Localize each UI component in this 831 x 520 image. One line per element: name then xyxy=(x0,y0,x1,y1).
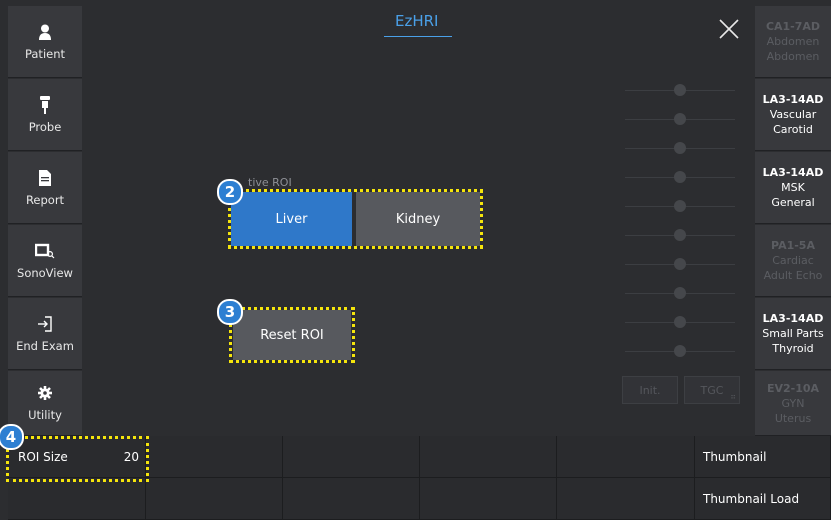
tgc-knob[interactable] xyxy=(674,258,686,270)
sidebar-item-sonoview[interactable]: SonoView xyxy=(8,225,82,297)
sidebar-item-label: Patient xyxy=(24,46,66,61)
sidebar-item-report[interactable]: Report xyxy=(8,152,82,224)
preset-item[interactable]: EV2-10A GYN Uterus xyxy=(755,371,831,436)
tgc-knob[interactable] xyxy=(674,229,686,241)
document-icon xyxy=(39,169,51,187)
sidebar-item-end-exam[interactable]: End Exam xyxy=(8,298,82,370)
probe-icon xyxy=(39,95,51,114)
active-roi-label: tive ROI xyxy=(248,176,292,189)
tgc-slider[interactable] xyxy=(625,142,735,154)
tgc-label: TGC xyxy=(700,383,724,397)
thumbnail-button[interactable]: Thumbnail xyxy=(695,436,831,478)
preset-item[interactable]: PA1-5A Cardiac Adult Echo xyxy=(755,225,831,297)
tgc-slider[interactable] xyxy=(625,345,735,357)
tgc-slider[interactable] xyxy=(625,258,735,270)
step-badge-3: 3 xyxy=(217,299,243,325)
preset-item[interactable]: LA3-14AD MSK General xyxy=(755,152,831,224)
tgc-slider[interactable] xyxy=(625,229,735,241)
left-sidebar: Patient Probe Report SonoView End Exam U… xyxy=(8,6,82,436)
tgc-knob[interactable] xyxy=(674,345,686,357)
empty-control[interactable] xyxy=(146,436,283,478)
empty-control[interactable] xyxy=(420,436,557,478)
tgc-knob[interactable] xyxy=(674,287,686,299)
roi-selector: Liver Kidney xyxy=(231,192,480,246)
preset-item[interactable]: CA1-7AD Abdomen Abdomen xyxy=(755,6,831,78)
liver-button[interactable]: Liver xyxy=(231,192,352,246)
tgc-knob[interactable] xyxy=(674,84,686,96)
title-underline xyxy=(384,36,452,37)
bottom-control-grid: ROI Size 20 Thumbnail Thumbnail Load xyxy=(8,436,831,520)
gear-icon xyxy=(38,384,52,402)
close-button[interactable] xyxy=(718,18,740,40)
tgc-slider[interactable] xyxy=(625,287,735,299)
roi-size-value: 20 xyxy=(123,449,139,464)
sidebar-item-label: Utility xyxy=(28,408,62,422)
kidney-button[interactable]: Kidney xyxy=(356,192,480,246)
tgc-slider[interactable] xyxy=(625,200,735,212)
empty-control[interactable] xyxy=(283,478,420,520)
tgc-knob[interactable] xyxy=(674,113,686,125)
empty-control[interactable] xyxy=(146,478,283,520)
tgc-slider[interactable] xyxy=(625,84,735,96)
roi-size-label: ROI Size xyxy=(18,449,68,464)
sidebar-item-label: End Exam xyxy=(16,338,74,353)
tgc-knob[interactable] xyxy=(674,200,686,212)
empty-control[interactable] xyxy=(8,478,146,520)
step-badge-4: 4 xyxy=(0,424,24,450)
tgc-slider[interactable] xyxy=(625,316,735,328)
sonoview-icon xyxy=(35,242,55,260)
sidebar-item-probe[interactable]: Probe xyxy=(8,79,82,151)
exit-icon xyxy=(37,315,53,333)
preset-sidebar: CA1-7AD Abdomen Abdomen LA3-14AD Vascula… xyxy=(755,6,831,436)
empty-control[interactable] xyxy=(420,478,557,520)
tgc-slider[interactable] xyxy=(625,113,735,125)
tgc-button[interactable]: TGC ⠶ xyxy=(684,376,740,404)
close-icon xyxy=(719,19,739,39)
empty-control[interactable] xyxy=(557,478,695,520)
init-button[interactable]: Init. xyxy=(622,376,678,404)
page-title: EzHRI xyxy=(395,12,439,30)
reset-roi-button[interactable]: Reset ROI xyxy=(233,310,351,360)
thumbnail-load-button[interactable]: Thumbnail Load xyxy=(695,478,831,520)
empty-control[interactable] xyxy=(283,436,420,478)
sidebar-item-patient[interactable]: Patient xyxy=(8,6,82,78)
sidebar-item-label: Probe xyxy=(28,119,62,134)
sidebar-item-label: SonoView xyxy=(17,265,73,280)
step-badge-2: 2 xyxy=(217,179,243,205)
sidebar-item-label: Report xyxy=(25,192,65,207)
person-icon xyxy=(38,23,52,41)
tgc-knob[interactable] xyxy=(674,171,686,183)
preset-item[interactable]: LA3-14AD Vascular Carotid xyxy=(755,79,831,151)
preset-item[interactable]: LA3-14AD Small Parts Thyroid xyxy=(755,298,831,370)
tgc-knob[interactable] xyxy=(674,142,686,154)
tgc-slider[interactable] xyxy=(625,171,735,183)
empty-control[interactable] xyxy=(557,436,695,478)
tgc-knob[interactable] xyxy=(674,316,686,328)
grid-dots-icon: ⠶ xyxy=(730,392,736,401)
roi-size-control[interactable]: ROI Size 20 xyxy=(8,436,146,478)
